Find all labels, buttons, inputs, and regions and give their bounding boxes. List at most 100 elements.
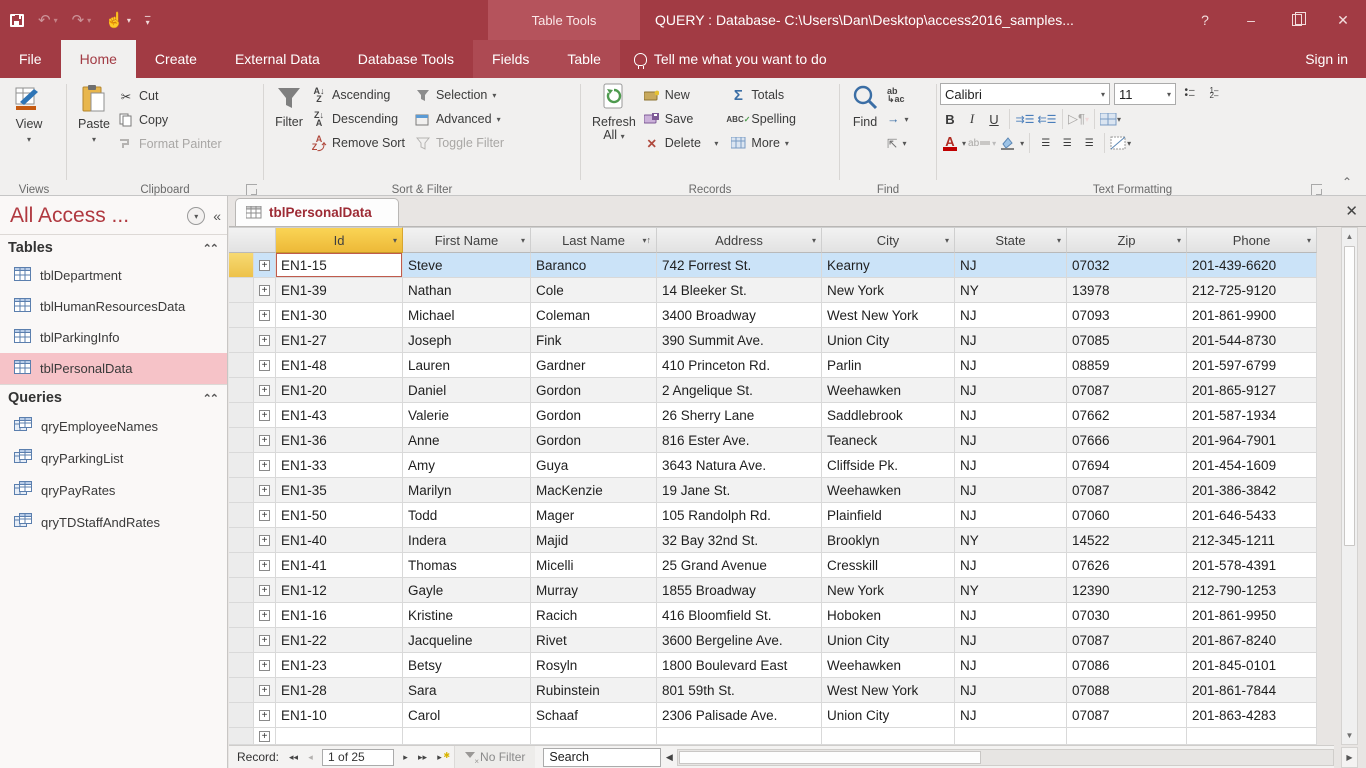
cell-zip[interactable]: 07087 bbox=[1067, 703, 1187, 728]
format-painter-button[interactable]: Format Painter bbox=[118, 132, 222, 156]
horizontal-scroll-thumb[interactable] bbox=[679, 751, 980, 764]
cell-first-name[interactable]: Kristine bbox=[403, 603, 531, 628]
cell-address[interactable]: 3600 Bergeline Ave. bbox=[657, 628, 822, 653]
nav-item-qryTDStaffAndRates[interactable]: qryTDStaffAndRates bbox=[0, 506, 227, 538]
cell-state[interactable]: NJ bbox=[955, 703, 1067, 728]
row-selector[interactable] bbox=[229, 653, 254, 678]
expand-row-cell[interactable]: + bbox=[254, 703, 276, 728]
cell-zip[interactable]: 07093 bbox=[1067, 303, 1187, 328]
cell-phone[interactable]: 201-587-1934 bbox=[1187, 403, 1317, 428]
filter-status[interactable]: No Filter bbox=[454, 746, 535, 768]
cell-id[interactable]: EN1-15 bbox=[276, 253, 403, 278]
expand-row-cell[interactable]: + bbox=[254, 328, 276, 353]
cell-id[interactable]: EN1-12 bbox=[276, 578, 403, 603]
cell-zip[interactable]: 14522 bbox=[1067, 528, 1187, 553]
cell-state[interactable]: NJ bbox=[955, 553, 1067, 578]
cell-first-name[interactable]: Marilyn bbox=[403, 478, 531, 503]
cell-phone[interactable]: 201-861-9900 bbox=[1187, 303, 1317, 328]
cell-state[interactable]: NY bbox=[955, 578, 1067, 603]
cut-button[interactable]: ✂Cut bbox=[118, 84, 222, 108]
tab-home[interactable]: Home bbox=[61, 40, 136, 78]
cell-last-name[interactable]: Micelli bbox=[531, 553, 657, 578]
cell-zip[interactable]: 08859 bbox=[1067, 353, 1187, 378]
table-row[interactable]: +EN1-48LaurenGardner410 Princeton Rd.Par… bbox=[229, 353, 1334, 378]
table-row[interactable]: +EN1-20DanielGordon2 Angelique St.Weehaw… bbox=[229, 378, 1334, 403]
cell-first-name[interactable]: Gayle bbox=[403, 578, 531, 603]
expand-icon[interactable]: + bbox=[259, 360, 270, 371]
cell-address[interactable]: 416 Bloomfield St. bbox=[657, 603, 822, 628]
expand-row-cell[interactable]: + bbox=[254, 253, 276, 278]
cell-id[interactable]: EN1-28 bbox=[276, 678, 403, 703]
expand-icon[interactable]: + bbox=[259, 560, 270, 571]
cell-address[interactable]: 2306 Palisade Ave. bbox=[657, 703, 822, 728]
advanced-button[interactable]: Advanced▾ bbox=[415, 107, 504, 131]
table-row[interactable]: +EN1-12GayleMurray1855 BroadwayNew YorkN… bbox=[229, 578, 1334, 603]
cell-phone[interactable]: 201-597-6799 bbox=[1187, 353, 1317, 378]
cell-phone[interactable]: 201-386-3842 bbox=[1187, 478, 1317, 503]
close-document-icon[interactable]: ✕ bbox=[1345, 202, 1358, 220]
column-dropdown-icon[interactable]: ▾ bbox=[812, 236, 816, 245]
cell-first-name[interactable]: Indera bbox=[403, 528, 531, 553]
table-row[interactable]: +EN1-33AmyGuya3643 Natura Ave.Cliffside … bbox=[229, 453, 1334, 478]
cell-zip[interactable]: 07087 bbox=[1067, 628, 1187, 653]
cell-city[interactable]: New York bbox=[822, 578, 955, 603]
clipboard-dialog-launcher-icon[interactable] bbox=[246, 184, 257, 195]
text-formatting-dialog-launcher-icon[interactable] bbox=[1311, 184, 1322, 195]
font-family-select[interactable]: Calibri▾ bbox=[940, 83, 1110, 105]
cell-id[interactable]: EN1-10 bbox=[276, 703, 403, 728]
horizontal-scrollbar[interactable]: ◀ bbox=[661, 746, 1334, 768]
cell-id[interactable]: EN1-35 bbox=[276, 478, 403, 503]
tab-create[interactable]: Create bbox=[136, 40, 216, 78]
table-row[interactable]: +EN1-36AnneGordon816 Ester Ave.TeaneckNJ… bbox=[229, 428, 1334, 453]
cell-zip[interactable]: 07032 bbox=[1067, 253, 1187, 278]
expand-icon[interactable]: + bbox=[259, 610, 270, 621]
selection-button[interactable]: Selection▾ bbox=[415, 83, 504, 107]
vertical-scroll-thumb[interactable] bbox=[1344, 246, 1355, 546]
cell-address[interactable]: 19 Jane St. bbox=[657, 478, 822, 503]
bold-button[interactable]: B bbox=[940, 109, 960, 129]
ascending-button[interactable]: A↓ZAscending bbox=[311, 83, 405, 107]
cell-phone[interactable]: 201-845-0101 bbox=[1187, 653, 1317, 678]
save-record-button[interactable]: Save bbox=[644, 107, 719, 131]
cell-city[interactable]: West New York bbox=[822, 678, 955, 703]
tab-database-tools[interactable]: Database Tools bbox=[339, 40, 473, 78]
vertical-scrollbar[interactable]: ▲ ▼ bbox=[1341, 227, 1358, 745]
cell-state[interactable]: NJ bbox=[955, 503, 1067, 528]
nav-item-qryPayRates[interactable]: qryPayRates bbox=[0, 474, 227, 506]
undo-icon[interactable]: ↶ ▾ bbox=[38, 11, 58, 29]
cell-first-name[interactable]: Jacqueline bbox=[403, 628, 531, 653]
cell-first-name[interactable]: Betsy bbox=[403, 653, 531, 678]
cell-last-name[interactable]: Gordon bbox=[531, 428, 657, 453]
highlight-color-icon[interactable]: ab bbox=[968, 133, 990, 153]
cell-last-name[interactable]: Gordon bbox=[531, 378, 657, 403]
fill-color-icon[interactable] bbox=[998, 133, 1018, 153]
cell-zip[interactable]: 07694 bbox=[1067, 453, 1187, 478]
nav-item-qryParkingList[interactable]: qryParkingList bbox=[0, 442, 227, 474]
row-selector[interactable] bbox=[229, 553, 254, 578]
column-header-city[interactable]: City▾ bbox=[822, 227, 955, 253]
nav-pane-menu-icon[interactable]: ▾ bbox=[187, 207, 205, 225]
cell-id[interactable]: EN1-23 bbox=[276, 653, 403, 678]
cell-phone[interactable]: 201-863-4283 bbox=[1187, 703, 1317, 728]
cell-last-name[interactable]: Gordon bbox=[531, 403, 657, 428]
expand-icon[interactable]: + bbox=[259, 485, 270, 496]
cell-last-name[interactable]: Cole bbox=[531, 278, 657, 303]
cell-id[interactable]: EN1-20 bbox=[276, 378, 403, 403]
expand-row-cell[interactable]: + bbox=[254, 378, 276, 403]
table-row[interactable]: +EN1-28SaraRubinstein801 59th St.West Ne… bbox=[229, 678, 1334, 703]
cell-first-name[interactable]: Steve bbox=[403, 253, 531, 278]
increase-indent-icon[interactable]: ⇉☰ bbox=[1015, 109, 1035, 129]
find-button[interactable]: Find bbox=[843, 78, 887, 155]
column-dropdown-icon[interactable]: ▾ bbox=[1307, 236, 1311, 245]
cell-first-name[interactable]: Lauren bbox=[403, 353, 531, 378]
expand-icon[interactable]: + bbox=[259, 460, 270, 471]
cell-first-name[interactable]: Joseph bbox=[403, 328, 531, 353]
cell-last-name[interactable]: Murray bbox=[531, 578, 657, 603]
expand-row-cell[interactable]: + bbox=[254, 653, 276, 678]
row-selector[interactable] bbox=[229, 328, 254, 353]
expand-icon[interactable]: + bbox=[259, 535, 270, 546]
row-selector[interactable] bbox=[229, 378, 254, 403]
expand-row-cell[interactable]: + bbox=[254, 403, 276, 428]
restore-icon[interactable] bbox=[1274, 0, 1320, 40]
scroll-up-icon[interactable]: ▲ bbox=[1342, 228, 1357, 245]
